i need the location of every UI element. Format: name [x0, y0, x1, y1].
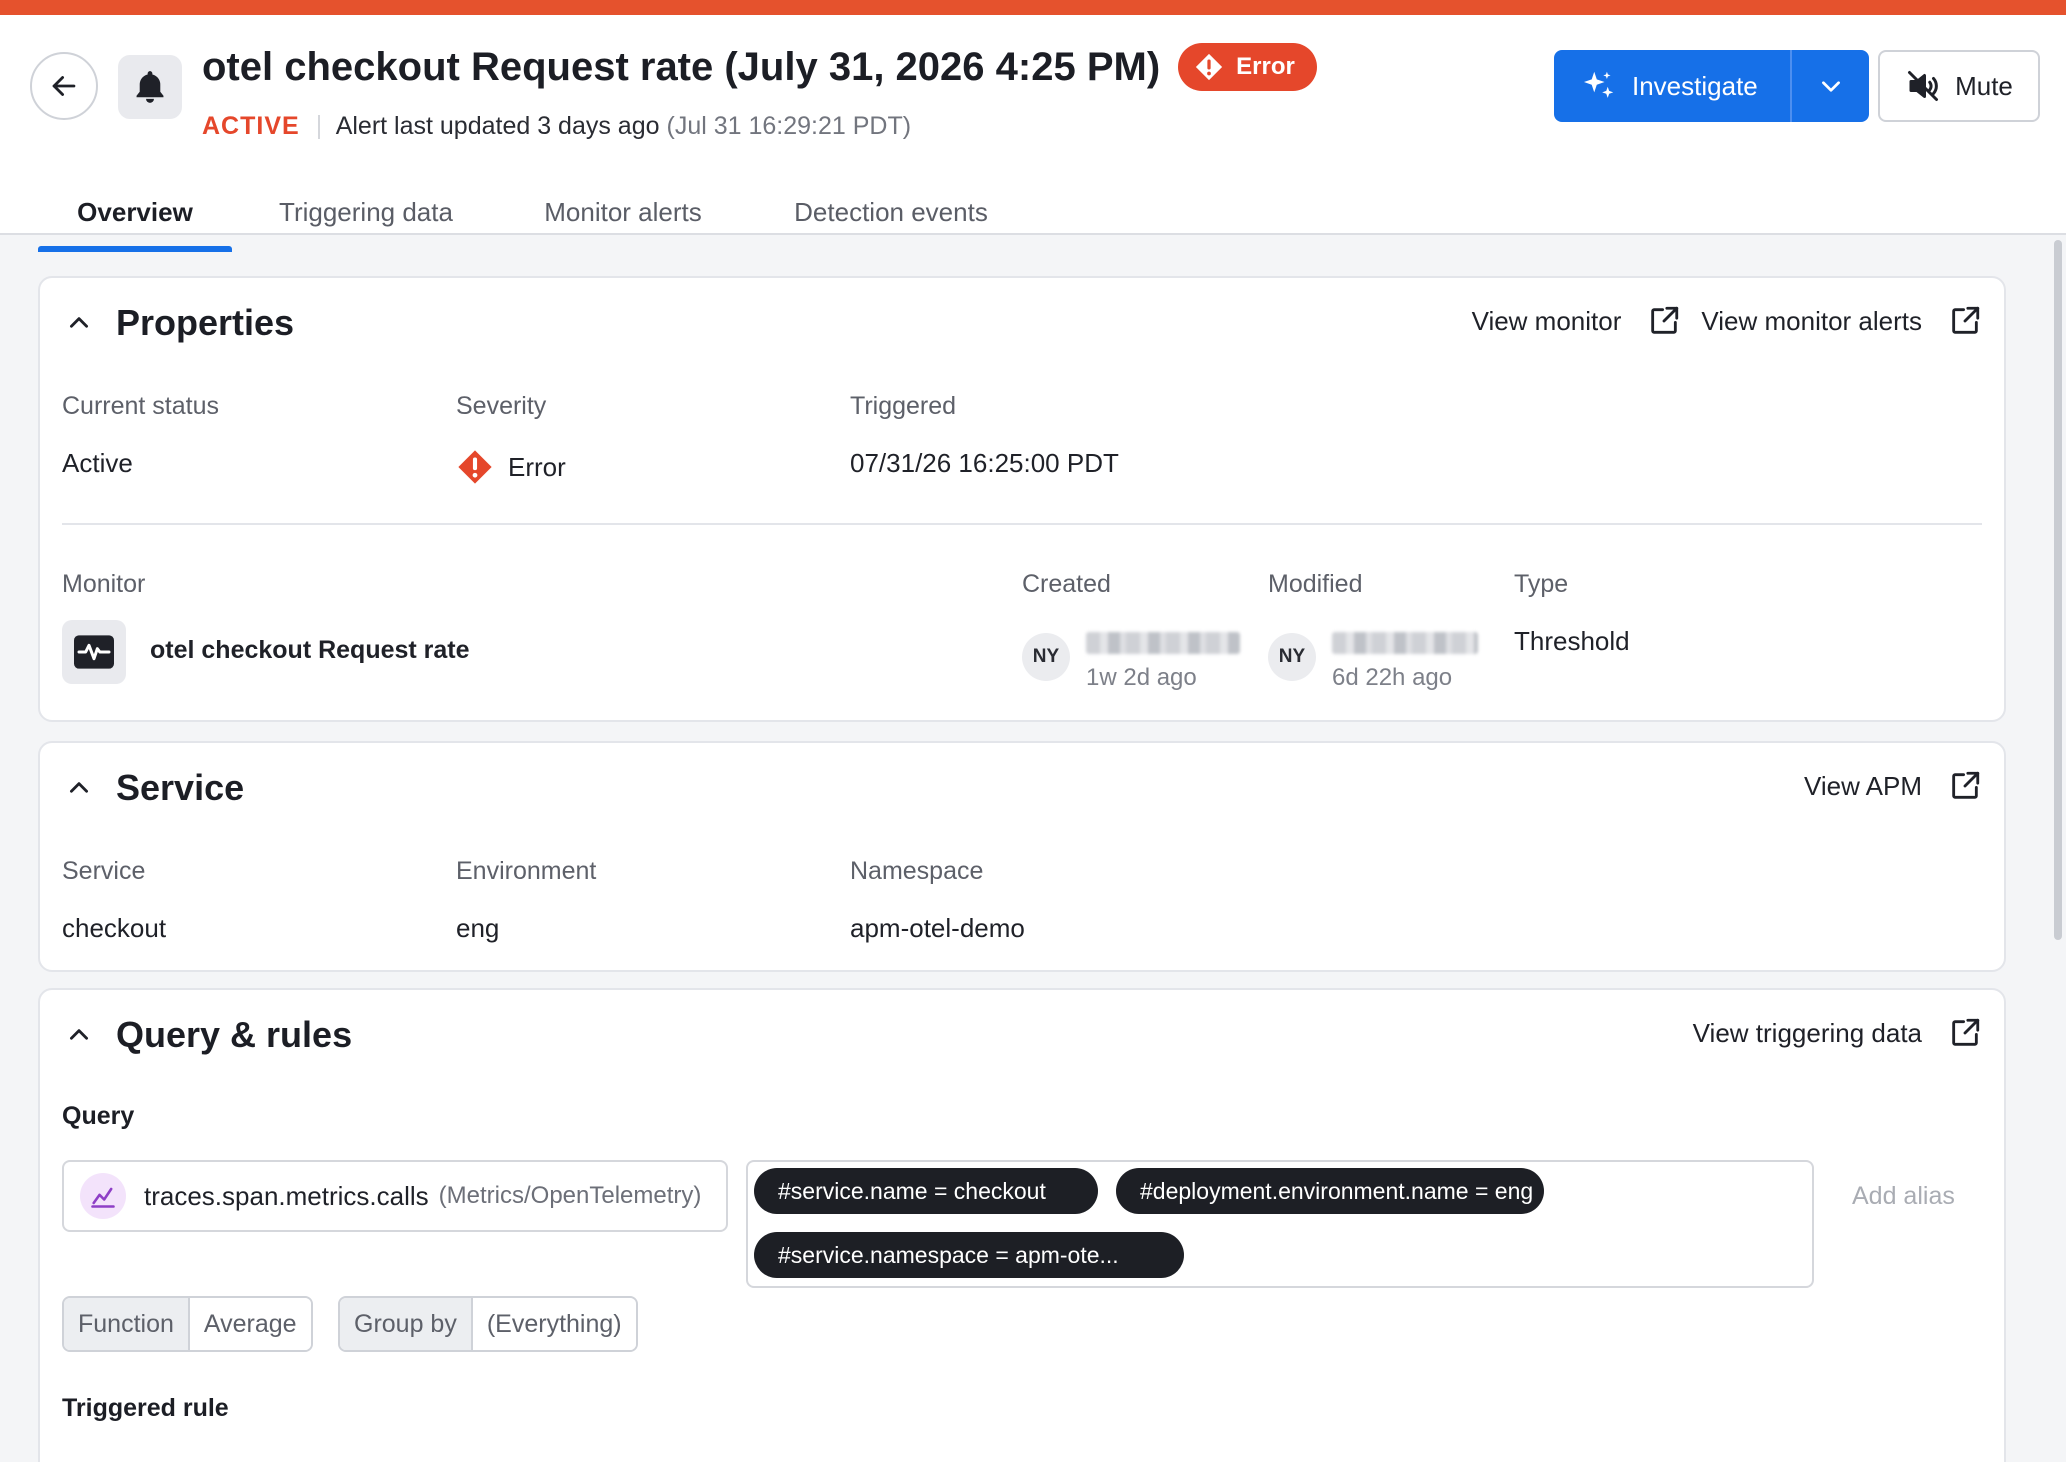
- waveform-monitor-icon: [74, 635, 114, 669]
- chevron-up-icon[interactable]: [66, 775, 92, 801]
- mute-button[interactable]: Mute: [1878, 50, 2040, 122]
- view-apm-label: View APM: [1803, 770, 1922, 801]
- error-diamond-icon: [1196, 53, 1223, 81]
- investigate-label: Investigate: [1632, 70, 1758, 101]
- external-link-icon: [1651, 306, 1679, 334]
- modified-label: Modified: [1268, 570, 1363, 598]
- severity-value: Error: [456, 448, 566, 486]
- triggered-value: 07/31/26 16:25:00 PDT: [850, 448, 1119, 478]
- external-link-icon: [1952, 1018, 1980, 1046]
- function-key: Function: [64, 1298, 190, 1350]
- alert-bell-icon-box: [118, 55, 182, 119]
- current-status-label: Current status: [62, 392, 220, 420]
- tab-triggering-data[interactable]: Triggering data: [232, 175, 500, 250]
- error-diamond-icon: [458, 450, 492, 484]
- divider: [62, 523, 1982, 525]
- type-label: Type: [1514, 570, 1569, 598]
- last-updated-time: (Jul 31 16:29:21 PDT): [666, 112, 912, 140]
- severity-badge-label: Error: [1236, 53, 1295, 80]
- filter-chip-service-name[interactable]: #service.name = checkout: [754, 1168, 1098, 1214]
- monitor-label: Monitor: [62, 570, 146, 598]
- properties-card: Properties View monitor View monitor ale…: [38, 276, 2006, 722]
- last-updated-text: Alert last updated 3 days ago: [335, 112, 660, 140]
- service-card: Service View APM Service checkout Enviro…: [38, 741, 2006, 972]
- metric-name: traces.span.metrics.calls: [144, 1180, 429, 1211]
- section-title: Service: [116, 767, 245, 808]
- tab-detection-events[interactable]: Detection events: [746, 175, 1036, 250]
- view-triggering-data-label: View triggering data: [1692, 1017, 1922, 1048]
- tab-monitor-alerts[interactable]: Monitor alerts: [500, 175, 746, 250]
- modified-ago: 6d 22h ago: [1332, 664, 1453, 691]
- investigate-button[interactable]: Investigate: [1554, 50, 1790, 122]
- bell-icon: [136, 71, 164, 103]
- environment-value: eng: [456, 913, 500, 943]
- severity-label: Severity: [456, 392, 547, 420]
- alert-header: otel checkout Request rate (July 31, 202…: [0, 15, 2066, 252]
- namespace-value: apm-otel-demo: [850, 913, 1025, 943]
- view-apm-link[interactable]: View APM: [1804, 769, 1982, 803]
- view-monitor-link[interactable]: View monitor: [1472, 304, 1682, 338]
- service-label: Service: [62, 857, 146, 885]
- metric-source: (Metrics/OpenTelemetry): [438, 1182, 702, 1209]
- group-by-selector[interactable]: Group by (Everything): [338, 1296, 638, 1352]
- investigate-button-group: Investigate: [1554, 50, 1869, 122]
- view-monitor-alerts-label: View monitor alerts: [1701, 305, 1922, 336]
- filter-chip-namespace[interactable]: #service.namespace = apm-ote...: [754, 1232, 1184, 1278]
- tab-overview[interactable]: Overview: [38, 175, 232, 252]
- add-alias-button[interactable]: Add alias: [1852, 1182, 1955, 1211]
- view-monitor-alerts-link[interactable]: View monitor alerts: [1701, 304, 1982, 338]
- scrollbar-thumb[interactable]: [2054, 240, 2062, 940]
- arrow-left-icon: [52, 76, 76, 96]
- speaker-muted-icon: [1908, 71, 1939, 101]
- external-link-icon: [1952, 306, 1980, 334]
- triggered-label: Triggered: [850, 392, 957, 420]
- type-value: Threshold: [1514, 626, 1630, 656]
- environment-label: Environment: [456, 857, 597, 885]
- back-button[interactable]: [30, 52, 98, 120]
- view-monitor-label: View monitor: [1471, 305, 1622, 336]
- modified-by-avatar: NY: [1268, 633, 1316, 681]
- severity-badge: Error: [1178, 43, 1317, 91]
- created-label: Created: [1022, 570, 1111, 598]
- created-ago: 1w 2d ago: [1086, 664, 1197, 691]
- chevron-up-icon[interactable]: [66, 310, 92, 336]
- function-value: Average: [189, 1298, 311, 1350]
- chevron-down-icon: [1821, 81, 1840, 92]
- investigate-dropdown-button[interactable]: [1792, 50, 1869, 122]
- monitor-icon-box: [62, 620, 126, 684]
- severity-value-text: Error: [508, 451, 566, 482]
- metric-query-field[interactable]: traces.span.metrics.calls (Metrics/OpenT…: [62, 1160, 728, 1232]
- created-date-redacted: [1086, 632, 1240, 654]
- external-link-icon: [1952, 771, 1980, 799]
- sparkle-icon: [1583, 71, 1614, 98]
- metric-chart-icon: [80, 1173, 126, 1219]
- namespace-label: Namespace: [850, 857, 984, 885]
- filter-tags-field[interactable]: #service.name = checkout #deployment.env…: [746, 1160, 1814, 1288]
- alert-status: ACTIVE: [202, 112, 300, 140]
- view-triggering-data-link[interactable]: View triggering data: [1693, 1016, 1982, 1050]
- function-selector[interactable]: Function Average: [62, 1296, 313, 1352]
- severity-top-bar: [0, 0, 2066, 15]
- section-title: Properties: [116, 302, 295, 343]
- group-by-key: Group by: [340, 1298, 473, 1350]
- filter-chip-environment[interactable]: #deployment.environment.name = eng: [1116, 1168, 1544, 1214]
- tab-bar: Overview Triggering data Monitor alerts …: [38, 175, 1036, 252]
- query-rules-card: Query & rules View triggering data Query…: [38, 988, 2006, 1462]
- page-title: otel checkout Request rate (July 31, 202…: [202, 44, 1161, 89]
- mute-label: Mute: [1955, 70, 2013, 101]
- section-title: Query & rules: [116, 1014, 353, 1055]
- service-value: checkout: [62, 913, 167, 943]
- current-status-value: Active: [62, 448, 133, 478]
- divider: [317, 114, 320, 139]
- chevron-up-icon[interactable]: [66, 1022, 92, 1048]
- query-heading: Query: [62, 1102, 135, 1130]
- triggered-rule-heading: Triggered rule: [62, 1394, 229, 1422]
- modified-date-redacted: [1332, 632, 1478, 654]
- created-by-avatar: NY: [1022, 633, 1070, 681]
- group-by-value: (Everything): [472, 1298, 636, 1350]
- monitor-name-link[interactable]: otel checkout Request rate: [150, 636, 470, 665]
